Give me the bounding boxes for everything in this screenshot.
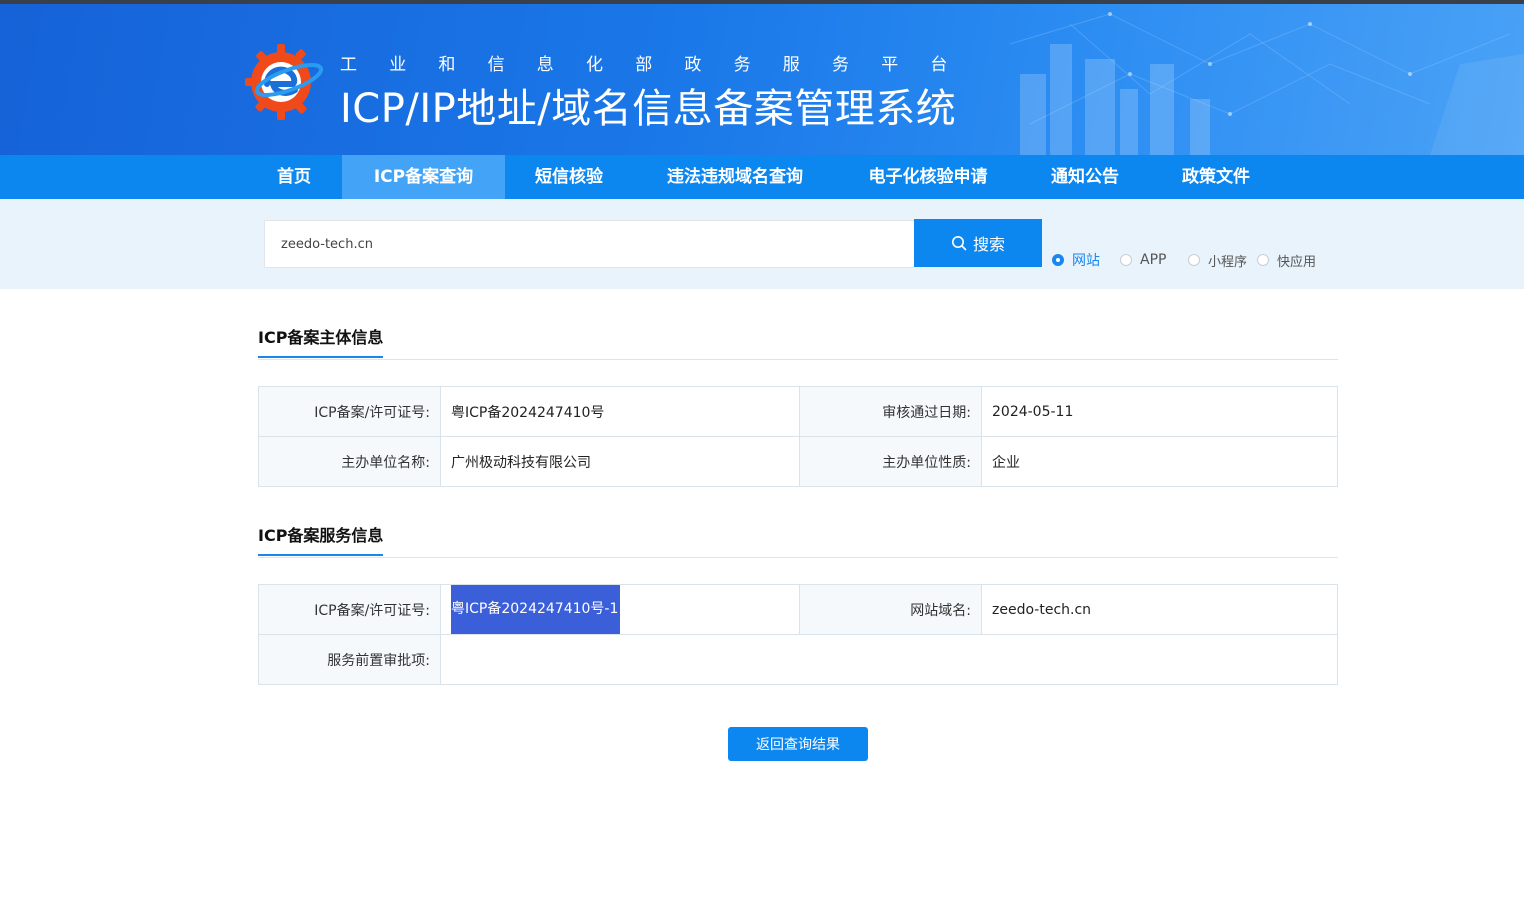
radio-mini-program-label: 小程序 [1208,254,1248,270]
nav-policies[interactable]: 政策文件 [1166,155,1266,199]
nav-e-verify-apply[interactable]: 电子化核验申请 [852,155,1004,199]
table-row: ICP备案/许可证号: 粤ICP备2024247410号 审核通过日期: 202… [258,386,1338,437]
nav-home[interactable]: 首页 [260,155,328,199]
system-title: ICP/IP地址/域名信息备案管理系统 [340,86,957,132]
preapproval-label: 服务前置审批项: [258,634,441,685]
org-name-label: 主办单位名称: [258,436,441,487]
table-row: 主办单位名称: 广州极动科技有限公司 主办单位性质: 企业 [258,436,1338,487]
radio-unchecked-icon [1120,254,1132,266]
service-license-label: ICP备案/许可证号: [258,584,441,635]
radio-website[interactable]: 网站 [1052,250,1100,270]
miit-logo [245,44,324,120]
platform-subtitle: 工业和信息化部政务服务平台 [340,55,980,75]
nav-illegal-domain-query[interactable]: 违法违规域名查询 [648,155,822,199]
city-skyline-decoration [1009,12,1524,155]
nav-sms-verify[interactable]: 短信核验 [520,155,618,199]
header-banner: 工业和信息化部政务服务平台 ICP/IP地址/域名信息备案管理系统 [0,4,1524,155]
service-license-value: 粤ICP备2024247410号-1 [451,585,621,634]
preapproval-value [440,634,1338,685]
radio-app[interactable]: APP [1120,250,1166,270]
table-row: ICP备案/许可证号: 粤ICP备2024247410号-1 网站域名: zee… [258,584,1338,635]
org-type-label: 主办单位性质: [799,436,982,487]
radio-app-label: APP [1140,252,1167,268]
section-divider [258,557,1338,558]
search-input[interactable] [264,220,914,268]
radio-unchecked-icon [1257,254,1269,266]
license-value: 粤ICP备2024247410号 [440,386,800,437]
approval-date-value: 2024-05-11 [981,386,1338,437]
table-row: 服务前置审批项: [258,634,1338,685]
org-name-value: 广州极动科技有限公司 [440,436,800,487]
section-divider [258,359,1338,360]
domain-value: zeedo-tech.cn [981,584,1338,635]
org-type-value: 企业 [981,436,1338,487]
domain-label: 网站域名: [799,584,982,635]
search-button[interactable]: 搜索 [914,219,1042,267]
search-button-label: 搜索 [972,237,1005,254]
service-section-title: ICP备案服务信息 [258,522,384,556]
nav-icp-query[interactable]: ICP备案查询 [342,155,505,199]
radio-quick-app[interactable]: 快应用 [1257,250,1316,270]
license-label: ICP备案/许可证号: [258,386,441,437]
radio-checked-icon [1052,254,1064,266]
nav-notices[interactable]: 通知公告 [1035,155,1135,199]
subject-info-table: ICP备案/许可证号: 粤ICP备2024247410号 审核通过日期: 202… [258,386,1338,487]
search-icon [951,236,967,251]
service-info-table: ICP备案/许可证号: 粤ICP备2024247410号-1 网站域名: zee… [258,584,1338,685]
approval-date-label: 审核通过日期: [799,386,982,437]
radio-website-label: 网站 [1072,253,1100,269]
main-nav: 首页 ICP备案查询 短信核验 违法违规域名查询 电子化核验申请 通知公告 政策… [0,155,1524,199]
back-to-results-button[interactable]: 返回查询结果 [728,727,868,761]
subject-section-title: ICP备案主体信息 [258,324,384,358]
radio-mini-program[interactable]: 小程序 [1188,250,1247,270]
radio-quick-app-label: 快应用 [1277,254,1317,270]
service-license-cell: 粤ICP备2024247410号-1 [440,584,800,635]
radio-unchecked-icon [1188,254,1200,266]
